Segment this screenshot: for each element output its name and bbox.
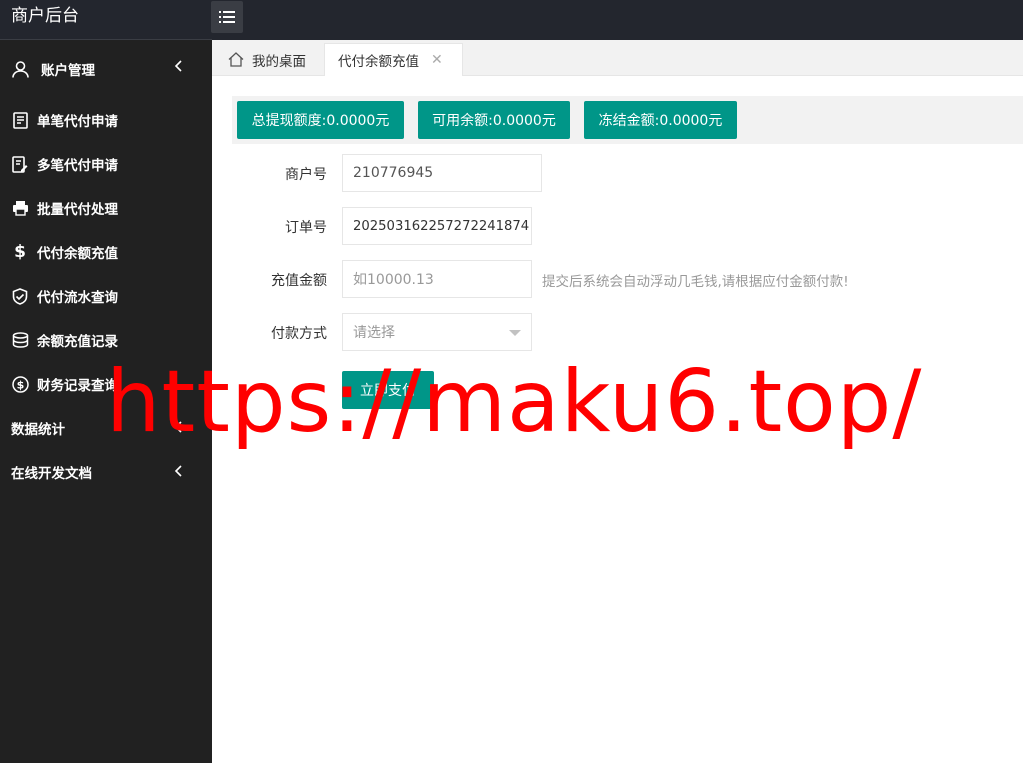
- frozen-amount-badge[interactable]: 冻结金额:0.0000元: [584, 101, 737, 139]
- sidebar-item-label: 批量代付处理: [37, 202, 118, 218]
- sidebar-item-single-payout[interactable]: 单笔代付申请: [0, 98, 212, 142]
- svg-text:$: $: [16, 378, 24, 391]
- tab-balance-recharge[interactable]: 代付余额充值 ✕: [324, 43, 463, 76]
- sidebar-item-label: 财务记录查询: [37, 378, 118, 394]
- database-icon: [11, 331, 29, 349]
- brand-title: 商户后台: [0, 0, 212, 40]
- merchant-id-field[interactable]: 210776945: [342, 154, 542, 192]
- payment-method-label: 付款方式: [271, 326, 327, 342]
- sidebar-item-flow-query[interactable]: 代付流水查询: [0, 274, 212, 318]
- chevron-left-icon: [174, 465, 182, 481]
- total-withdraw-badge[interactable]: 总提现额度:0.0000元: [237, 101, 404, 139]
- dollar-circle-icon: $: [11, 375, 29, 393]
- menu-toggle-button[interactable]: [211, 1, 243, 33]
- sidebar-item-label: 数据统计: [11, 422, 65, 438]
- sidebar-item-batch-payout[interactable]: 批量代付处理: [0, 186, 212, 230]
- sidebar-item-label: 账户管理: [41, 63, 95, 79]
- amount-input[interactable]: 如10000.13: [342, 260, 532, 298]
- balance-strip: 总提现额度:0.0000元 可用余额:0.0000元 冻结金额:0.0000元: [232, 96, 1023, 144]
- sidebar-item-balance-recharge[interactable]: $ 代付余额充值: [0, 230, 212, 274]
- watermark-text: https://maku6.top/: [106, 352, 923, 452]
- home-icon: [228, 52, 244, 67]
- tab-bar: 我的桌面 代付余额充值 ✕: [212, 40, 1023, 76]
- chevron-left-icon: [174, 60, 182, 76]
- tab-home[interactable]: 我的桌面: [224, 43, 306, 76]
- shield-check-icon: [11, 287, 29, 305]
- sidebar-item-label: 多笔代付申请: [37, 158, 118, 174]
- printer-icon: [11, 199, 29, 217]
- sidebar-item-dev-docs[interactable]: 在线开发文档: [0, 450, 212, 494]
- payment-method-select[interactable]: 请选择: [342, 313, 532, 351]
- menu-icon: [219, 11, 235, 23]
- sidebar-item-label: 余额充值记录: [37, 334, 118, 350]
- tab-label: 我的桌面: [252, 53, 306, 70]
- amount-hint: 提交后系统会自动浮动几毛钱,请根据应付金额付款!: [542, 274, 849, 290]
- dollar-icon: $: [14, 242, 26, 262]
- sidebar-item-label: 在线开发文档: [11, 466, 92, 482]
- available-balance-badge[interactable]: 可用余额:0.0000元: [418, 101, 570, 139]
- tab-label: 代付余额充值: [338, 54, 419, 70]
- sidebar-item-label: 单笔代付申请: [37, 114, 118, 130]
- merchant-label: 商户号: [285, 167, 327, 183]
- sidebar-item-statistics[interactable]: 数据统计: [0, 406, 212, 450]
- sidebar: 账户管理 单笔代付申请 多笔代付申请 批量代付处理 $ 代付余额充值 代付流水查…: [0, 40, 212, 763]
- user-icon: [11, 60, 29, 78]
- order-label: 订单号: [285, 220, 327, 236]
- sidebar-item-recharge-records[interactable]: 余额充值记录: [0, 318, 212, 362]
- sidebar-item-label: 代付流水查询: [37, 290, 118, 306]
- sidebar-item-label: 代付余额充值: [37, 246, 118, 262]
- edit-document-icon: [11, 155, 29, 173]
- close-icon[interactable]: ✕: [431, 52, 443, 68]
- sidebar-item-multi-payout[interactable]: 多笔代付申请: [0, 142, 212, 186]
- amount-label: 充值金额: [271, 273, 327, 289]
- sidebar-item-account[interactable]: 账户管理: [0, 40, 212, 98]
- pay-now-button[interactable]: 立即支付: [342, 371, 434, 409]
- payment-method-placeholder: 请选择: [353, 325, 395, 341]
- chevron-left-icon: [174, 421, 182, 437]
- document-icon: [11, 111, 29, 129]
- sidebar-item-finance-records[interactable]: $ 财务记录查询: [0, 362, 212, 406]
- dropdown-arrow-icon: [509, 330, 521, 336]
- order-number-field[interactable]: 20250316225727224187​4: [342, 207, 532, 245]
